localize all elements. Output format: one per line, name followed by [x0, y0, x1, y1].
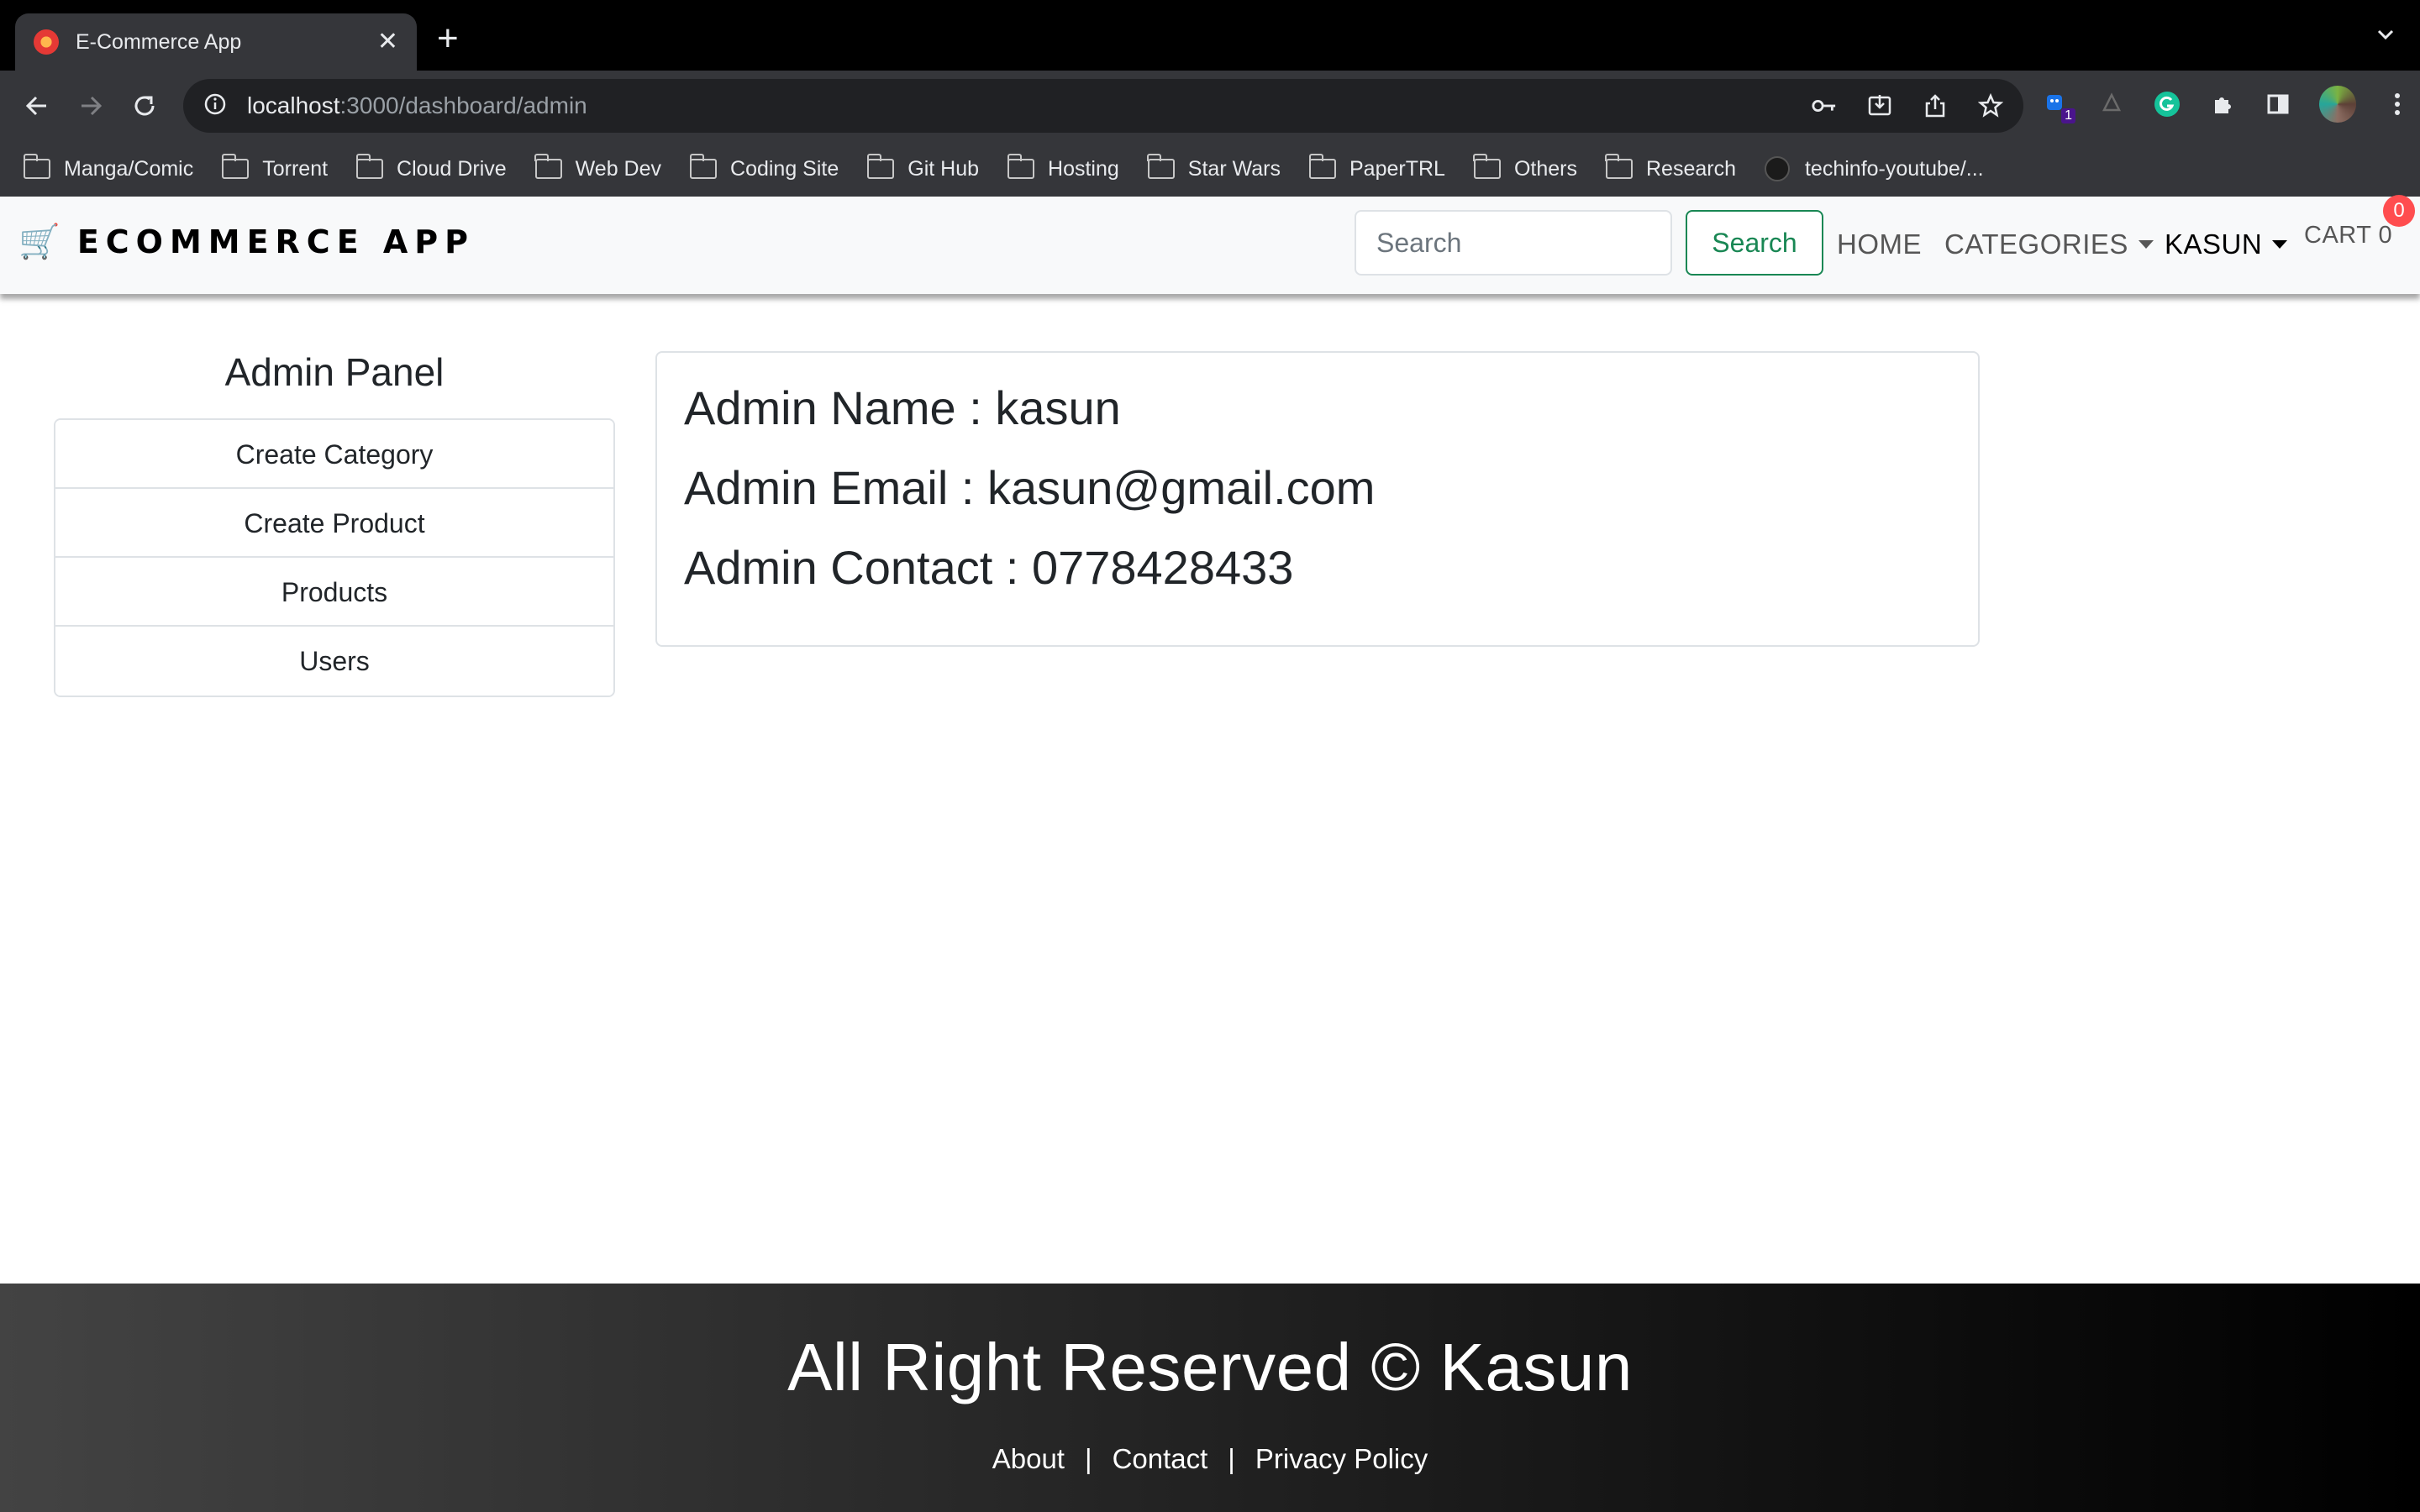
- shopping-cart-icon: 🛒: [18, 223, 60, 260]
- grammarly-icon[interactable]: [2153, 90, 2181, 118]
- tab-search-chevron-icon[interactable]: [2376, 25, 2395, 44]
- footer-separator: |: [1228, 1443, 1235, 1474]
- menu-products[interactable]: Products: [55, 558, 613, 627]
- new-tab-icon[interactable]: +: [437, 20, 459, 57]
- bookmark-label: techinfo-youtube/...: [1804, 156, 1984, 181]
- forward-arrow-icon[interactable]: [74, 89, 108, 123]
- folder-icon: [1605, 154, 1633, 179]
- browser-tab-bar: E-Commerce App ✕ +: [0, 0, 2420, 71]
- caret-down-icon: [2138, 240, 2154, 249]
- menu-users[interactable]: Users: [55, 627, 613, 696]
- bookmarks-bar: Manga/Comic Torrent Cloud Drive Web Dev …: [0, 141, 2420, 197]
- browser-toolbar: localhost:3000/dashboard/admin 1: [0, 71, 2420, 141]
- bookmark-folder[interactable]: Manga/Comic: [23, 154, 194, 181]
- footer-contact-link[interactable]: Contact: [1113, 1443, 1208, 1475]
- admin-panel-title: Admin Panel: [224, 350, 445, 394]
- menu-create-product[interactable]: Create Product: [55, 489, 613, 558]
- admin-name: Admin Name : kasun: [684, 381, 1121, 434]
- extensions-area: 1: [2042, 86, 2412, 123]
- bookmark-label: Research: [1645, 156, 1736, 181]
- folder-icon: [534, 154, 562, 179]
- footer-links: About | Contact | Privacy Policy: [0, 1443, 2420, 1475]
- admin-contact: Admin Contact : 0778428433: [684, 541, 1294, 594]
- bookmark-folder[interactable]: Torrent: [221, 154, 329, 181]
- bookmark-folder[interactable]: Coding Site: [689, 154, 839, 181]
- search-button[interactable]: Search: [1686, 210, 1823, 276]
- nav-cart-link[interactable]: CART 0: [2304, 222, 2392, 249]
- bookmark-label: PaperTRL: [1349, 156, 1445, 181]
- browser-tab[interactable]: E-Commerce App ✕: [15, 13, 417, 71]
- address-bar[interactable]: localhost:3000/dashboard/admin: [183, 79, 2023, 133]
- folder-icon: [355, 154, 384, 179]
- key-icon[interactable]: [1812, 93, 1837, 118]
- github-icon: [1764, 156, 1790, 181]
- cart-count-badge: 0: [2383, 195, 2415, 227]
- folder-icon: [866, 154, 895, 179]
- admin-menu: Create Category Create Product Products …: [54, 418, 615, 697]
- nav-user-dropdown[interactable]: KASUN: [2165, 228, 2288, 260]
- folder-icon: [221, 154, 250, 179]
- extension-badge-icon[interactable]: 1: [2042, 90, 2075, 123]
- extension-badge-count: 1: [2061, 108, 2075, 123]
- bookmark-label: Star Wars: [1187, 156, 1281, 181]
- url-path: :3000/dashboard/admin: [339, 92, 587, 118]
- admin-info-card: Admin Name : kasun Admin Email : kasun@g…: [655, 351, 1980, 647]
- tab-title: E-Commerce App: [76, 29, 242, 54]
- bookmark-folder[interactable]: Star Wars: [1147, 154, 1281, 181]
- brand-link[interactable]: 🛒 ECOMMERCE APP: [18, 223, 475, 260]
- brand-name: ECOMMERCE APP: [76, 223, 475, 260]
- bookmark-label: Torrent: [262, 156, 329, 181]
- bookmark-link[interactable]: techinfo-youtube/...: [1764, 156, 1984, 181]
- folder-icon: [1473, 154, 1501, 179]
- folder-icon: [23, 154, 50, 179]
- recycle-icon[interactable]: [2097, 90, 2126, 118]
- bookmark-folder[interactable]: Research: [1605, 154, 1736, 181]
- footer-about-link[interactable]: About: [992, 1443, 1065, 1475]
- nav-home-link[interactable]: HOME: [1837, 228, 1922, 260]
- share-icon[interactable]: [1923, 93, 1948, 118]
- url-host: localhost: [247, 92, 340, 118]
- footer-separator: |: [1084, 1443, 1092, 1474]
- bookmark-label: Web Dev: [575, 156, 662, 181]
- folder-icon: [689, 154, 718, 179]
- bookmark-label: Hosting: [1048, 156, 1119, 181]
- bookmark-folder[interactable]: Git Hub: [866, 154, 980, 181]
- favicon-icon: [34, 29, 59, 55]
- install-app-icon[interactable]: [1867, 93, 1892, 118]
- bookmark-folder[interactable]: Web Dev: [534, 154, 662, 181]
- reload-icon[interactable]: [128, 89, 161, 123]
- app-navbar: 🛒 ECOMMERCE APP Search HOME CATEGORIES K…: [0, 197, 2420, 294]
- admin-email: Admin Email : kasun@gmail.com: [684, 461, 1376, 514]
- folder-icon: [1308, 154, 1336, 179]
- footer-privacy-link[interactable]: Privacy Policy: [1255, 1443, 1428, 1475]
- kebab-menu-icon[interactable]: [2383, 90, 2412, 118]
- site-info-icon[interactable]: [203, 92, 227, 120]
- bookmark-star-icon[interactable]: [1978, 93, 2003, 118]
- bookmark-label: Coding Site: [730, 156, 839, 181]
- folder-icon: [1007, 154, 1035, 179]
- bookmark-folder[interactable]: Hosting: [1007, 154, 1119, 181]
- bookmark-label: Git Hub: [908, 156, 980, 181]
- nav-user-label: KASUN: [2165, 228, 2263, 260]
- bookmark-label: Others: [1513, 156, 1577, 181]
- menu-create-category[interactable]: Create Category: [55, 420, 613, 489]
- back-arrow-icon[interactable]: [20, 89, 54, 123]
- profile-avatar[interactable]: [2319, 86, 2356, 123]
- folder-icon: [1147, 154, 1175, 179]
- bookmark-folder[interactable]: PaperTRL: [1308, 154, 1445, 181]
- bookmark-label: Cloud Drive: [397, 156, 507, 181]
- search-input[interactable]: [1355, 210, 1672, 276]
- caret-down-icon: [2272, 240, 2288, 249]
- close-tab-icon[interactable]: ✕: [377, 29, 398, 55]
- footer-copyright: All Right Reserved © Kasun: [787, 1330, 1633, 1404]
- footer: All Right Reserved © Kasun About | Conta…: [0, 1284, 2420, 1512]
- nav-categories-dropdown[interactable]: CATEGORIES: [1944, 228, 2154, 260]
- bookmark-label: Manga/Comic: [64, 156, 194, 181]
- bookmark-folder[interactable]: Others: [1473, 154, 1577, 181]
- bookmark-folder[interactable]: Cloud Drive: [355, 154, 507, 181]
- side-panel-icon[interactable]: [2264, 90, 2292, 118]
- puzzle-extensions-icon[interactable]: [2208, 90, 2237, 118]
- nav-categories-label: CATEGORIES: [1944, 228, 2128, 260]
